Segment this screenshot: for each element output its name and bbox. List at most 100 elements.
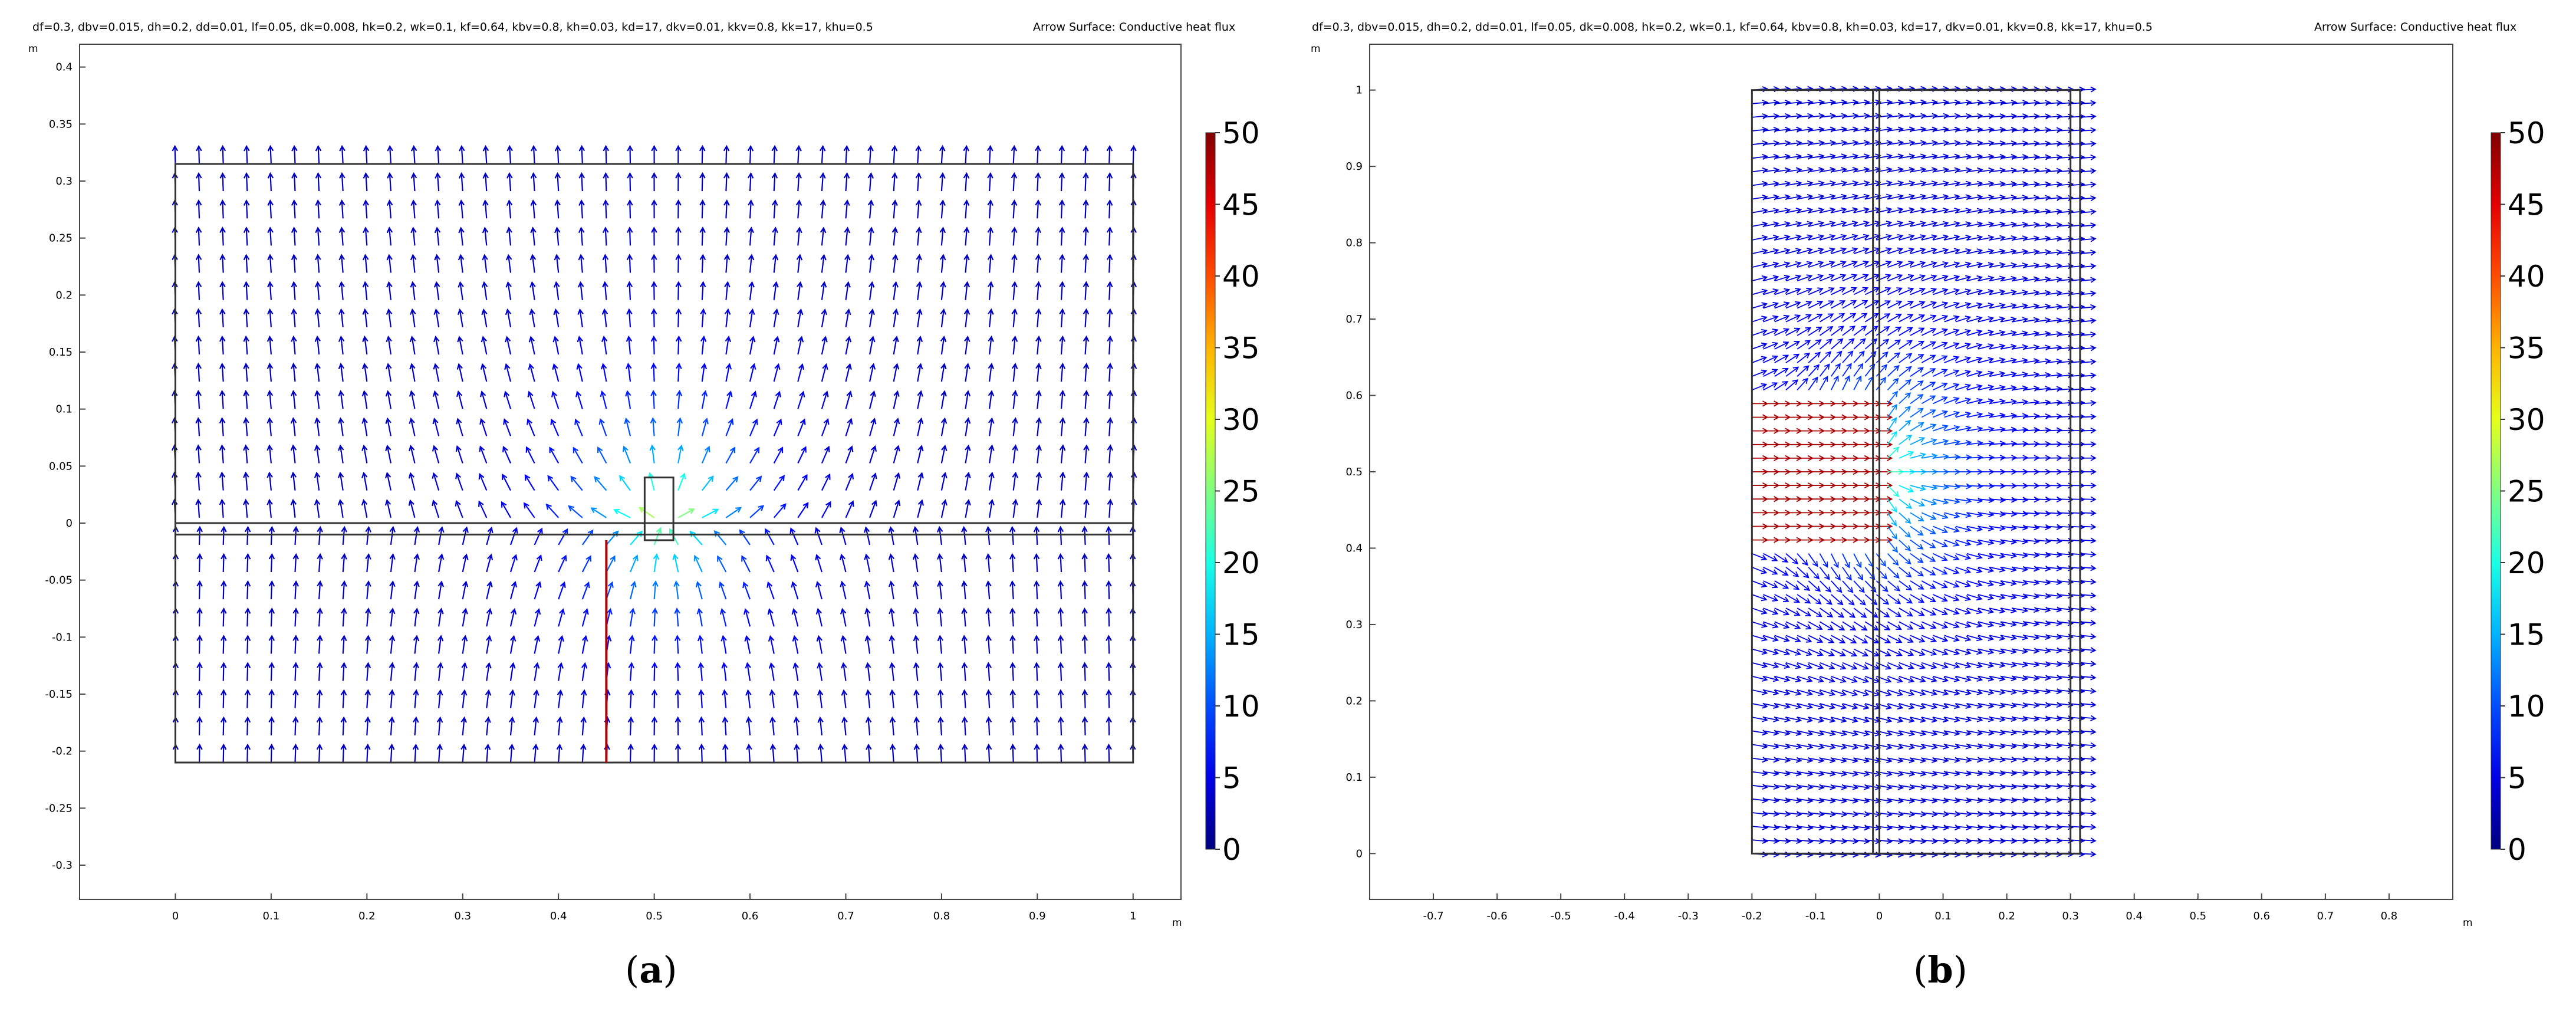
flux-arrow [547,475,560,491]
flux-arrow [844,254,851,273]
flux-arrow [243,444,249,464]
flux-arrow [772,254,779,273]
flux-arrow [939,199,946,219]
flux-arrow [1808,553,1818,567]
flux-arrow [747,144,754,165]
y-tick-label: 0 [66,517,73,530]
flux-arrow [1899,498,1913,509]
flux-arrow [458,199,465,219]
flux-arrow [389,607,396,627]
flux-arrow [386,336,392,355]
flux-arrow [385,417,392,436]
flux-arrow [1876,553,1887,567]
flux-arrow [868,254,875,273]
flux-arrow [1864,621,1879,631]
chart-a-yunit: m [28,43,38,55]
flux-arrow [1034,716,1040,735]
flux-arrow [965,444,971,464]
flux-arrow [1921,354,1936,363]
flux-arrow [434,199,441,219]
flux-arrow [361,444,368,464]
flux-arrow [749,418,758,436]
flux-arrow [386,226,393,246]
flux-arrow [1035,199,1041,219]
flux-arrow [291,199,298,219]
flux-arrow [963,144,969,165]
flux-arrow [506,226,512,246]
flux-arrow [1035,390,1042,409]
flux-arrow [529,308,535,327]
flux-arrow [244,689,251,708]
flux-arrow [509,635,516,654]
flux-arrow [267,199,274,219]
flux-arrow [501,501,511,518]
flux-arrow [1887,364,1900,377]
flux-arrow [486,526,494,546]
flux-arrow [1009,607,1016,627]
flux-arrow [1752,770,1768,777]
flux-arrow [639,507,655,518]
flux-arrow [361,390,369,409]
flux-arrow [433,336,440,355]
flux-arrow [1107,471,1114,491]
flux-arrow [580,689,587,708]
flux-arrow [436,716,443,735]
flux-arrow [575,390,583,409]
flux-arrow [316,743,323,763]
x-tick-label: 0.8 [933,910,950,922]
flux-arrow [1910,594,1925,603]
flux-arrow [479,418,488,436]
flux-arrow [867,199,874,219]
flux-arrow [267,254,274,273]
flux-arrow [291,308,297,327]
flux-arrow [314,335,321,355]
flux-arrow [1853,567,1864,581]
flux-arrow [721,662,728,681]
flux-arrow [1830,567,1841,581]
flux-arrow [2080,824,2097,830]
flux-arrow [456,418,463,436]
flux-arrow [1887,431,1897,445]
flux-arrow [940,281,946,300]
flux-arrow [435,172,441,192]
flux-arrow [502,473,511,491]
flux-arrow [1081,689,1088,708]
flux-arrow [749,475,762,491]
flux-arrow [574,418,583,436]
flux-arrow [625,390,631,409]
flux-arrow [577,336,583,355]
flux-arrow [530,226,537,246]
flux-arrow [340,743,347,763]
flux-arrow [821,390,829,409]
flux-arrow [196,553,203,573]
flux-arrow [410,308,416,327]
flux-arrow [765,554,775,573]
flux-arrow [629,554,639,573]
flux-arrow [962,716,968,735]
flux-arrow [793,689,800,708]
flux-arrow [869,500,877,518]
flux-arrow [291,281,298,300]
flux-arrow [696,607,703,627]
flux-arrow [413,553,420,573]
flux-arrow [627,716,634,735]
flux-arrow [985,635,992,654]
chart-a-xunit: m [1172,917,1182,929]
flux-arrow [1876,364,1888,377]
flux-arrow [267,226,274,246]
flux-arrow [481,336,488,355]
flux-arrow [509,689,516,708]
flux-arrow [268,689,275,708]
flux-arrow [1887,403,1897,418]
flux-arrow [219,254,226,273]
flux-arrow [268,743,275,763]
flux-arrow [985,607,992,627]
flux-arrow [1899,553,1912,565]
flux-arrow [937,743,944,763]
y-tick-label: 0.1 [1345,771,1363,784]
flux-arrow [651,199,657,219]
flux-arrow [1752,113,1769,120]
flux-arrow [2080,441,2097,448]
flux-arrow [267,444,273,464]
flux-arrow [243,335,249,355]
